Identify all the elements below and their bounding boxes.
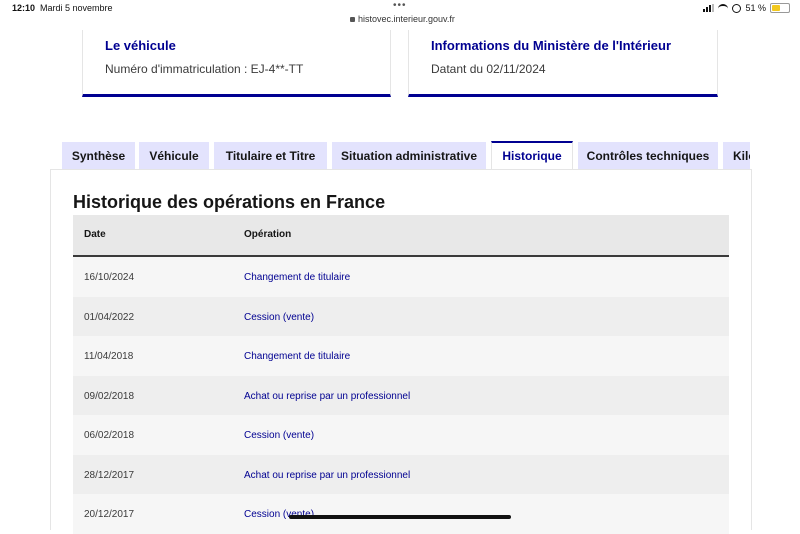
tab-kilometrage[interactable]: Kilométrage bbox=[723, 142, 750, 170]
table-row: 01/04/2022 Cession (vente) bbox=[73, 296, 729, 336]
column-header-operation: Opération bbox=[244, 229, 292, 240]
row-date: 28/12/2017 bbox=[84, 469, 135, 481]
row-date: 09/02/2018 bbox=[84, 390, 135, 402]
battery-icon bbox=[770, 3, 790, 13]
tab-controles-techniques[interactable]: Contrôles techniques bbox=[578, 142, 718, 170]
row-date: 11/04/2018 bbox=[84, 351, 134, 362]
row-operation-link[interactable]: Achat ou reprise par un professionnel bbox=[244, 470, 410, 481]
address-url: histovec.interieur.gouv.fr bbox=[358, 14, 455, 24]
row-operation-link[interactable]: Changement de titulaire bbox=[244, 351, 350, 362]
history-table: Date Opération 16/10/2024 Changement de … bbox=[73, 215, 729, 534]
battery-fill bbox=[772, 5, 780, 11]
tab-bar: Synthèse Véhicule Titulaire et Titre Sit… bbox=[60, 141, 750, 170]
history-title: Historique des opérations en France bbox=[73, 192, 386, 212]
table-row: 20/12/2017 Cession (vente) bbox=[73, 494, 729, 534]
more-dots-icon[interactable]: ••• bbox=[393, 0, 407, 11]
history-panel: Historique des opérations en France Date… bbox=[50, 169, 752, 534]
table-row: 28/12/2017 Achat ou reprise par un profe… bbox=[73, 454, 729, 494]
tab-vehicule[interactable]: Véhicule bbox=[139, 142, 209, 170]
table-row: 16/10/2024 Changement de titulaire bbox=[73, 257, 729, 297]
vehicle-card-title: Le véhicule bbox=[105, 38, 176, 53]
row-date: 16/10/2024 bbox=[84, 272, 135, 283]
lock-icon bbox=[350, 17, 355, 23]
status-time: 12:10 bbox=[12, 3, 36, 13]
vehicle-card: Le véhicule Numéro d'immatriculation : E… bbox=[82, 30, 391, 97]
signal-icon bbox=[703, 4, 715, 12]
row-date: 01/04/2022 bbox=[84, 311, 135, 323]
tab-titulaire-titre[interactable]: Titulaire et Titre bbox=[214, 142, 327, 170]
row-date: 20/12/2017 bbox=[84, 509, 135, 520]
tab-synthese[interactable]: Synthèse bbox=[62, 142, 135, 170]
table-row: 11/04/2018 Changement de titulaire bbox=[73, 336, 729, 376]
row-date: 06/02/2018 bbox=[84, 430, 135, 441]
address-bar[interactable]: histovec.interieur.gouv.fr bbox=[350, 14, 455, 24]
ministry-card-date: Datant du 02/11/2024 bbox=[431, 62, 546, 76]
home-indicator[interactable] bbox=[289, 515, 511, 519]
tab-historique[interactable]: Historique bbox=[491, 141, 573, 170]
table-header: Date Opération bbox=[73, 215, 729, 257]
status-indicators: 51 % bbox=[703, 3, 790, 13]
vehicle-card-plate: Numéro d'immatriculation : EJ-4**-TT bbox=[105, 62, 304, 76]
row-operation-link[interactable]: Changement de titulaire bbox=[244, 272, 350, 283]
column-header-date: Date bbox=[84, 229, 106, 240]
row-operation-link[interactable]: Cession (vente) bbox=[244, 430, 314, 441]
ministry-card-title: Informations du Ministère de l'Intérieur bbox=[431, 38, 672, 53]
tab-situation-administrative[interactable]: Situation administrative bbox=[332, 142, 486, 170]
row-operation-link[interactable]: Achat ou reprise par un professionnel bbox=[244, 391, 410, 402]
battery-percent: 51 % bbox=[745, 3, 766, 13]
ministry-card: Informations du Ministère de l'Intérieur… bbox=[408, 30, 718, 97]
table-row: 06/02/2018 Cession (vente) bbox=[73, 415, 729, 455]
status-date: Mardi 5 novembre bbox=[40, 3, 113, 13]
orientation-lock-icon bbox=[732, 3, 742, 13]
row-operation-link[interactable]: Cession (vente) bbox=[244, 312, 314, 323]
table-row: 09/02/2018 Achat ou reprise par un profe… bbox=[73, 375, 729, 415]
wifi-icon bbox=[718, 3, 729, 13]
status-bar: 12:10 Mardi 5 novembre ••• histovec.inte… bbox=[0, 0, 800, 30]
